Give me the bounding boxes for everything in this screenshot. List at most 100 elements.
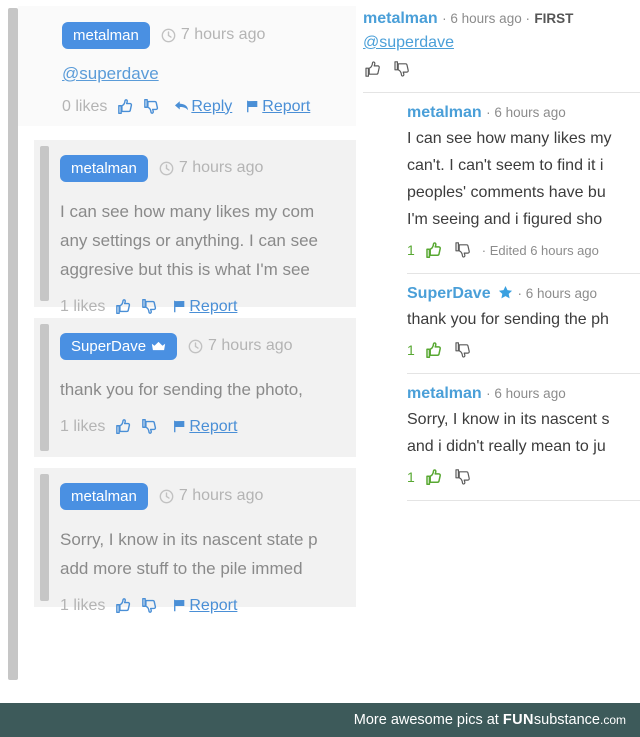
reply-action[interactable]: Reply bbox=[173, 98, 232, 116]
brand-substance: substance bbox=[533, 712, 600, 728]
username-link[interactable]: metalman bbox=[407, 104, 482, 121]
like-count-label: 1 bbox=[407, 342, 415, 358]
timestamp-label: 7 hours ago bbox=[208, 337, 293, 354]
comment-actions: 1 bbox=[407, 465, 640, 489]
comment-actions: 1 bbox=[407, 338, 640, 362]
reply-indent-bar bbox=[40, 146, 49, 301]
reply-block: metalman · 6 hours ago I can see how man… bbox=[363, 93, 640, 274]
body-line: and i didn't really mean to ju bbox=[407, 438, 606, 455]
divider bbox=[407, 500, 640, 501]
username-badge[interactable]: SuperDave bbox=[60, 332, 178, 360]
clock-icon bbox=[161, 28, 176, 42]
star-icon bbox=[498, 285, 513, 299]
root-comment-card: metalman 7 hours ago @superdave 0 likes bbox=[18, 6, 356, 126]
flag-icon bbox=[174, 599, 185, 612]
comment-body: I can see how many likes my com any sett… bbox=[60, 197, 356, 284]
like-count-label: 1 likes bbox=[60, 596, 106, 614]
comment-header: SuperDave 7 hours ago bbox=[60, 331, 356, 361]
body-line: can't. I can't seem to find it i bbox=[407, 157, 604, 174]
thumbs-down-icon[interactable] bbox=[392, 59, 412, 79]
comment-header: metalman · 6 hours ago bbox=[407, 385, 640, 403]
thumbs-up-icon[interactable] bbox=[114, 297, 133, 316]
crown-icon bbox=[151, 341, 166, 350]
comment-body: thank you for sending the ph bbox=[407, 306, 640, 333]
comment-header: metalman · 6 hours ago · FIRST bbox=[363, 10, 640, 28]
report-action[interactable]: Report bbox=[244, 98, 310, 116]
comment-body: Sorry, I know in its nascent state p add… bbox=[60, 525, 356, 583]
report-action[interactable]: Report bbox=[171, 418, 237, 436]
flag-icon bbox=[247, 100, 258, 113]
thumbs-down-icon[interactable] bbox=[140, 417, 159, 436]
thumbs-up-icon[interactable] bbox=[424, 240, 444, 260]
right-comment-panel: metalman · 6 hours ago · FIRST @superdav… bbox=[356, 0, 640, 690]
mention-link[interactable]: @superdave bbox=[62, 64, 356, 84]
comment-body: I can see how many likes my can't. I can… bbox=[407, 125, 640, 233]
report-action[interactable]: Report bbox=[171, 597, 237, 615]
comment-header: metalman · 6 hours ago bbox=[407, 104, 640, 122]
timestamp-group: 7 hours ago bbox=[159, 159, 264, 177]
report-label: Report bbox=[262, 97, 311, 115]
username-badge[interactable]: metalman bbox=[60, 482, 148, 510]
reply-arrow-icon bbox=[175, 101, 189, 111]
username-link[interactable]: SuperDave bbox=[407, 285, 491, 302]
thumbs-down-icon[interactable] bbox=[140, 297, 159, 316]
like-count-label: 1 bbox=[407, 469, 415, 485]
timestamp-group: 7 hours ago bbox=[161, 26, 265, 44]
username-link[interactable]: metalman bbox=[407, 385, 482, 402]
screenshot-root: metalman 7 hours ago @superdave 0 likes bbox=[0, 0, 640, 737]
like-count-label: 0 likes bbox=[62, 97, 108, 115]
report-action[interactable]: Report bbox=[171, 298, 237, 316]
body-line: aggresive but this is what I'm see bbox=[60, 260, 310, 279]
comment-header: metalman 7 hours ago bbox=[60, 153, 356, 183]
body-line: I can see how many likes my com bbox=[60, 202, 315, 221]
like-count-label: 1 likes bbox=[60, 417, 106, 435]
timestamp-group: 7 hours ago bbox=[159, 487, 263, 505]
timestamp-group: 7 hours ago bbox=[188, 337, 293, 355]
body-line: thank you for sending the photo, bbox=[60, 380, 303, 399]
flag-icon bbox=[174, 420, 185, 433]
left-comment-panel: metalman 7 hours ago @superdave 0 likes bbox=[0, 0, 356, 690]
body-line: Sorry, I know in its nascent state p bbox=[60, 530, 318, 549]
timestamp-label: · 6 hours ago bbox=[517, 286, 598, 301]
thumbs-down-icon[interactable] bbox=[453, 340, 473, 360]
username-label: metalman bbox=[73, 26, 139, 44]
timestamp-label: · 6 hours ago bbox=[486, 386, 566, 401]
timestamp-label: 7 hours ago bbox=[178, 159, 264, 176]
body-line: thank you for sending the ph bbox=[407, 311, 609, 328]
body-line: peoples' comments have bu bbox=[407, 184, 606, 201]
clock-icon bbox=[159, 161, 174, 175]
thumbs-down-icon[interactable] bbox=[453, 240, 473, 260]
comment-actions: 1 · Edited 6 hours ago bbox=[407, 238, 640, 262]
thumbs-down-icon[interactable] bbox=[140, 596, 159, 615]
report-label: Report bbox=[189, 417, 238, 435]
comment-actions: 1 likes Report bbox=[60, 417, 356, 436]
comment-actions: 0 likes Reply Report bbox=[62, 97, 356, 116]
body-line: I'm seeing and i figured sho bbox=[407, 211, 603, 228]
comment-actions: 1 likes Report bbox=[60, 596, 356, 615]
username-link[interactable]: metalman bbox=[363, 10, 438, 27]
username-label: metalman bbox=[71, 159, 137, 177]
mention-link[interactable]: @superdave bbox=[363, 34, 640, 52]
thumbs-up-icon[interactable] bbox=[114, 596, 133, 615]
thumbs-up-icon[interactable] bbox=[116, 97, 135, 116]
thumbs-up-icon[interactable] bbox=[114, 417, 133, 436]
reply-indent-bar bbox=[40, 474, 49, 601]
comment-body: Sorry, I know in its nascent s and i did… bbox=[407, 406, 640, 460]
comment-body: thank you for sending the photo, bbox=[60, 375, 356, 404]
report-label: Report bbox=[189, 297, 238, 315]
thumbs-down-icon[interactable] bbox=[142, 97, 161, 116]
username-badge[interactable]: metalman bbox=[60, 154, 148, 182]
reply-card: metalman 7 hours ago Sorry, I know in it… bbox=[34, 468, 356, 614]
thumbs-up-icon[interactable] bbox=[424, 340, 444, 360]
clock-icon bbox=[159, 489, 174, 503]
reply-card: SuperDave 7 hours ago thank you for send… bbox=[34, 318, 356, 457]
thumbs-down-icon[interactable] bbox=[453, 467, 473, 487]
clock-icon bbox=[188, 339, 203, 353]
username-badge[interactable]: metalman bbox=[62, 21, 150, 49]
thumbs-up-icon[interactable] bbox=[424, 467, 444, 487]
timestamp-label: · 6 hours ago bbox=[486, 105, 566, 120]
root-comment-block: metalman · 6 hours ago · FIRST @superdav… bbox=[363, 10, 640, 93]
edited-label: · Edited 6 hours ago bbox=[481, 242, 599, 258]
first-badge: FIRST bbox=[534, 11, 574, 26]
thumbs-up-icon[interactable] bbox=[363, 59, 383, 79]
